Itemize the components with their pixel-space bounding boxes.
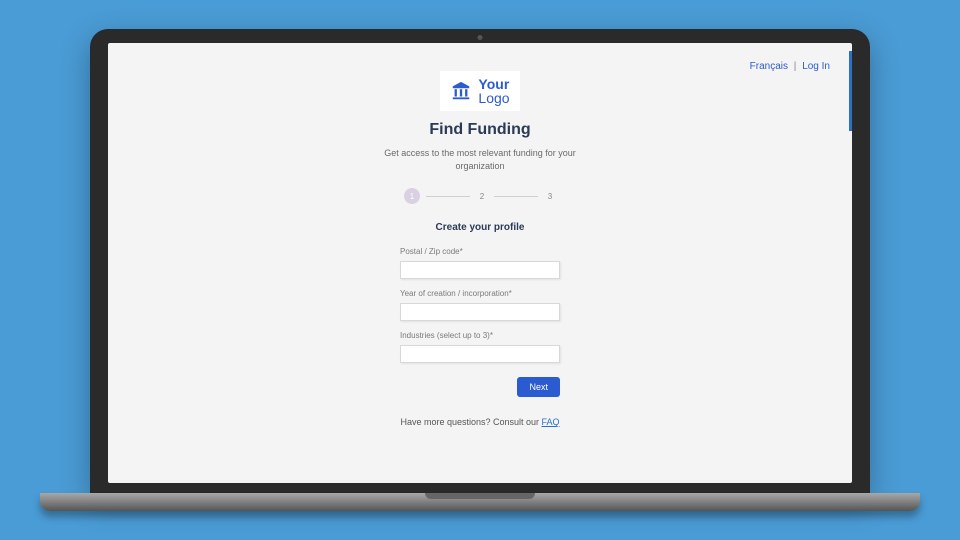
step-connector	[494, 196, 538, 197]
laptop-hinge-notch	[425, 493, 535, 499]
step-connector	[426, 196, 470, 197]
faq-prefix: Have more questions? Consult our	[400, 417, 541, 427]
logo-line1: Your	[478, 77, 509, 91]
laptop-frame: Français | Log In	[90, 29, 870, 511]
separator: |	[794, 61, 797, 72]
camera-icon	[478, 35, 483, 40]
header-links: Français | Log In	[750, 61, 830, 72]
faq-link[interactable]: FAQ	[542, 417, 560, 427]
progress-stepper: 1 2 3	[320, 188, 640, 204]
login-link[interactable]: Log In	[802, 61, 830, 72]
logo-text: Your Logo	[478, 77, 509, 105]
logo-line2: Logo	[478, 91, 509, 105]
industries-label: Industries (select up to 3)*	[400, 331, 560, 340]
next-button[interactable]: Next	[517, 377, 560, 397]
form-actions: Next	[400, 377, 560, 397]
faq-footer: Have more questions? Consult our FAQ	[320, 417, 640, 427]
profile-form: Postal / Zip code* Year of creation / in…	[400, 247, 560, 397]
postal-input[interactable]	[400, 261, 560, 279]
main-column: Your Logo Find Funding Get access to the…	[320, 43, 640, 427]
year-label: Year of creation / incorporation*	[400, 289, 560, 298]
language-link[interactable]: Français	[750, 61, 788, 72]
form-section-title: Create your profile	[320, 222, 640, 233]
year-input[interactable]	[400, 303, 560, 321]
logo: Your Logo	[440, 71, 519, 111]
app-viewport: Français | Log In	[108, 43, 852, 483]
step-3: 3	[544, 192, 556, 201]
page-subtitle: Get access to the most relevant funding …	[370, 147, 590, 172]
page-title: Find Funding	[320, 121, 640, 139]
postal-label: Postal / Zip code*	[400, 247, 560, 256]
laptop-base	[40, 493, 920, 511]
scrollbar-hint	[849, 51, 852, 131]
bank-icon	[450, 80, 472, 102]
step-2: 2	[476, 192, 488, 201]
step-1-active: 1	[404, 188, 420, 204]
industries-input[interactable]	[400, 345, 560, 363]
laptop-screen-bezel: Français | Log In	[90, 29, 870, 493]
